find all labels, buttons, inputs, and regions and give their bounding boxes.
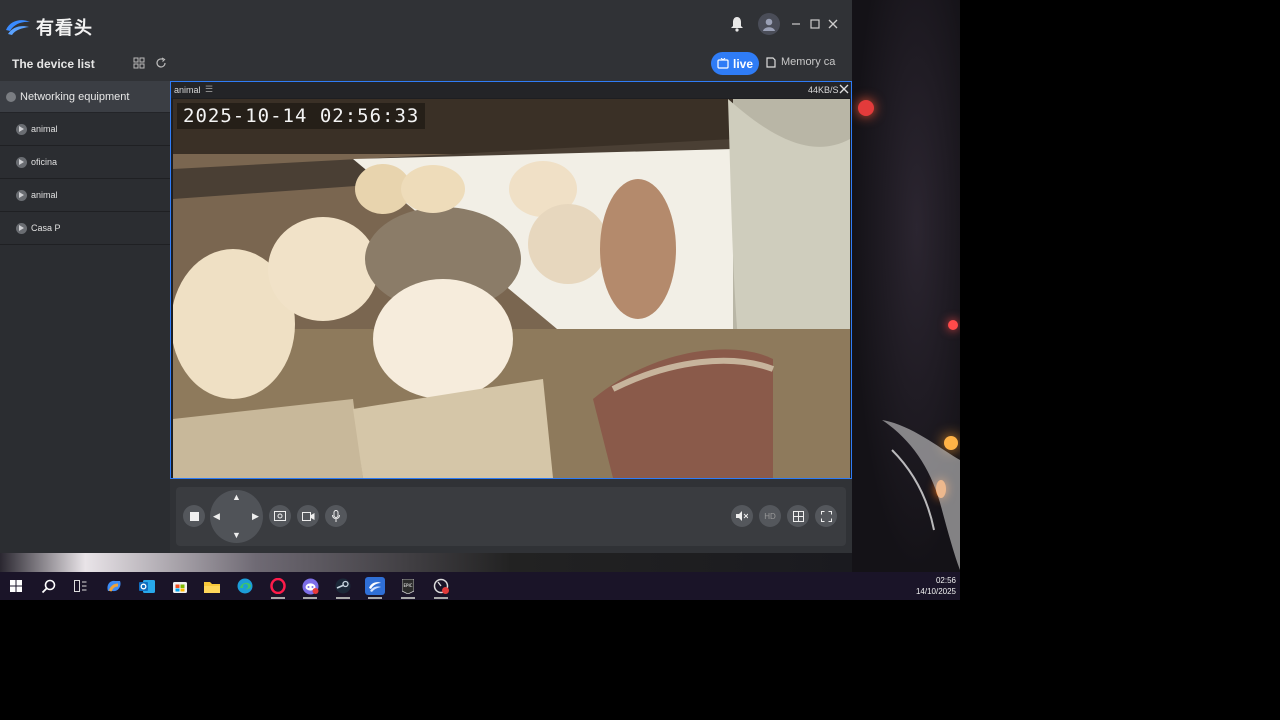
microphone-icon bbox=[332, 510, 340, 522]
fullscreen-button[interactable] bbox=[815, 505, 837, 527]
title-bar: 有看头 bbox=[0, 0, 852, 50]
task-view-icon[interactable] bbox=[70, 577, 90, 595]
sidebar-group-networking[interactable]: Networking equipment bbox=[0, 81, 170, 113]
live-label: live bbox=[732, 56, 753, 71]
app-name: 有看头 bbox=[36, 18, 93, 38]
sidebar-item-device[interactable]: Casa P bbox=[0, 212, 170, 245]
system-clock[interactable]: 02:56 14/10/2025 bbox=[916, 575, 956, 597]
record-button[interactable] bbox=[297, 505, 319, 527]
file-explorer-icon[interactable] bbox=[202, 577, 222, 595]
clock-time: 02:56 bbox=[935, 576, 956, 585]
video-pane[interactable]: animal ☰ 44KB/S 2025-10-14 02:56:33 bbox=[170, 81, 852, 479]
sidebar-item-device[interactable]: oficina bbox=[0, 146, 170, 179]
ptz-down-icon[interactable]: ▼ bbox=[232, 530, 241, 540]
hd-button[interactable]: HD bbox=[759, 505, 781, 527]
record-icon bbox=[301, 511, 314, 521]
device-sidebar: Networking equipment animal oficina anim… bbox=[0, 81, 170, 553]
camera-frame-image bbox=[173, 99, 850, 478]
device-list-title: The device list bbox=[12, 57, 95, 71]
network-icon bbox=[6, 91, 16, 102]
grid-view-icon[interactable] bbox=[133, 56, 147, 70]
running-indicator bbox=[368, 597, 382, 599]
close-stream-icon[interactable] bbox=[839, 84, 849, 96]
running-indicator bbox=[434, 597, 448, 599]
running-indicator bbox=[336, 597, 350, 599]
copilot-icon[interactable] bbox=[104, 577, 124, 595]
stop-button[interactable] bbox=[183, 505, 205, 527]
mute-icon bbox=[736, 511, 748, 521]
sidebar-item-label: oficina bbox=[31, 157, 58, 167]
running-indicator bbox=[401, 597, 415, 599]
microphone-button[interactable] bbox=[325, 505, 347, 527]
app-logo: 有看头 bbox=[4, 14, 93, 40]
ptz-dpad[interactable]: ▲ ▼ ◀ ▶ bbox=[210, 490, 263, 543]
stop-icon bbox=[189, 511, 199, 521]
wallpaper-figure bbox=[882, 420, 960, 570]
minimize-icon[interactable] bbox=[786, 14, 806, 34]
sd-card-icon bbox=[766, 56, 776, 68]
edge-icon[interactable] bbox=[235, 577, 255, 595]
refresh-icon[interactable] bbox=[155, 56, 169, 70]
sidebar-item-device[interactable]: animal bbox=[0, 113, 170, 146]
store-icon[interactable] bbox=[170, 577, 190, 595]
bitrate-readout: 44KB/S bbox=[808, 85, 839, 95]
playback-controls: ▲ ▼ ◀ ▶ HD bbox=[176, 487, 846, 546]
play-icon bbox=[16, 222, 27, 234]
clock-date: 14/10/2025 bbox=[915, 587, 956, 596]
avatar-icon[interactable] bbox=[758, 13, 780, 35]
mute-button[interactable] bbox=[731, 505, 753, 527]
outlook-icon[interactable] bbox=[137, 577, 157, 595]
play-icon bbox=[16, 156, 27, 168]
running-indicator bbox=[303, 597, 317, 599]
memory-card-tab[interactable]: Memory ca bbox=[766, 56, 836, 68]
close-icon[interactable] bbox=[823, 14, 843, 34]
video-header: animal ☰ 44KB/S bbox=[171, 82, 851, 98]
menu-icon[interactable]: ☰ bbox=[205, 84, 213, 95]
camera-feed[interactable]: 2025-10-14 02:56:33 bbox=[173, 99, 850, 478]
channel-name: animal bbox=[174, 85, 201, 95]
ptz-up-icon[interactable]: ▲ bbox=[232, 492, 241, 502]
recorder-icon[interactable] bbox=[431, 577, 451, 599]
memory-card-label: Memory ca bbox=[781, 56, 836, 68]
sidebar-item-device[interactable]: animal bbox=[0, 179, 170, 212]
snapshot-button[interactable] bbox=[269, 505, 291, 527]
play-icon bbox=[16, 189, 27, 201]
sidebar-item-label: animal bbox=[31, 124, 58, 134]
discord-icon[interactable] bbox=[300, 577, 320, 599]
live-tab-button[interactable]: live bbox=[711, 52, 759, 75]
opera-icon[interactable] bbox=[268, 577, 288, 599]
running-indicator bbox=[271, 597, 285, 599]
grid-layout-icon bbox=[792, 510, 804, 522]
camera-app-icon[interactable] bbox=[365, 577, 385, 599]
steam-icon[interactable] bbox=[333, 577, 353, 599]
wallpaper-spark bbox=[948, 320, 958, 330]
app-window: 有看头 The device list live Memory ca Netwo… bbox=[0, 0, 852, 553]
toolbar: The device list live Memory ca bbox=[0, 50, 852, 80]
search-icon[interactable] bbox=[38, 577, 58, 595]
ptz-right-icon[interactable]: ▶ bbox=[252, 511, 259, 522]
ptz-left-icon[interactable]: ◀ bbox=[213, 511, 220, 522]
desktop: 有看头 The device list live Memory ca Netwo… bbox=[0, 0, 960, 600]
sidebar-group-label: Networking equipment bbox=[20, 90, 130, 103]
windows-start-icon[interactable] bbox=[6, 577, 26, 595]
fullscreen-icon bbox=[820, 510, 832, 522]
maximize-icon[interactable] bbox=[805, 14, 825, 34]
play-icon bbox=[16, 123, 27, 135]
wallpaper-spark bbox=[858, 100, 874, 116]
taskbar: EPIC 02:56 14/10/2025 bbox=[0, 572, 960, 600]
grid-layout-button[interactable] bbox=[787, 505, 809, 527]
wallpaper-strip bbox=[0, 552, 852, 572]
tv-icon bbox=[717, 58, 729, 69]
svg-text:EPIC: EPIC bbox=[404, 583, 413, 588]
logo-icon bbox=[6, 20, 30, 35]
osd-timestamp: 2025-10-14 02:56:33 bbox=[177, 103, 426, 129]
snapshot-icon bbox=[274, 511, 286, 521]
epic-games-icon[interactable]: EPIC bbox=[398, 577, 418, 599]
sidebar-item-label: Casa P bbox=[31, 223, 61, 233]
bell-icon[interactable] bbox=[727, 14, 747, 34]
sidebar-item-label: animal bbox=[31, 190, 58, 200]
